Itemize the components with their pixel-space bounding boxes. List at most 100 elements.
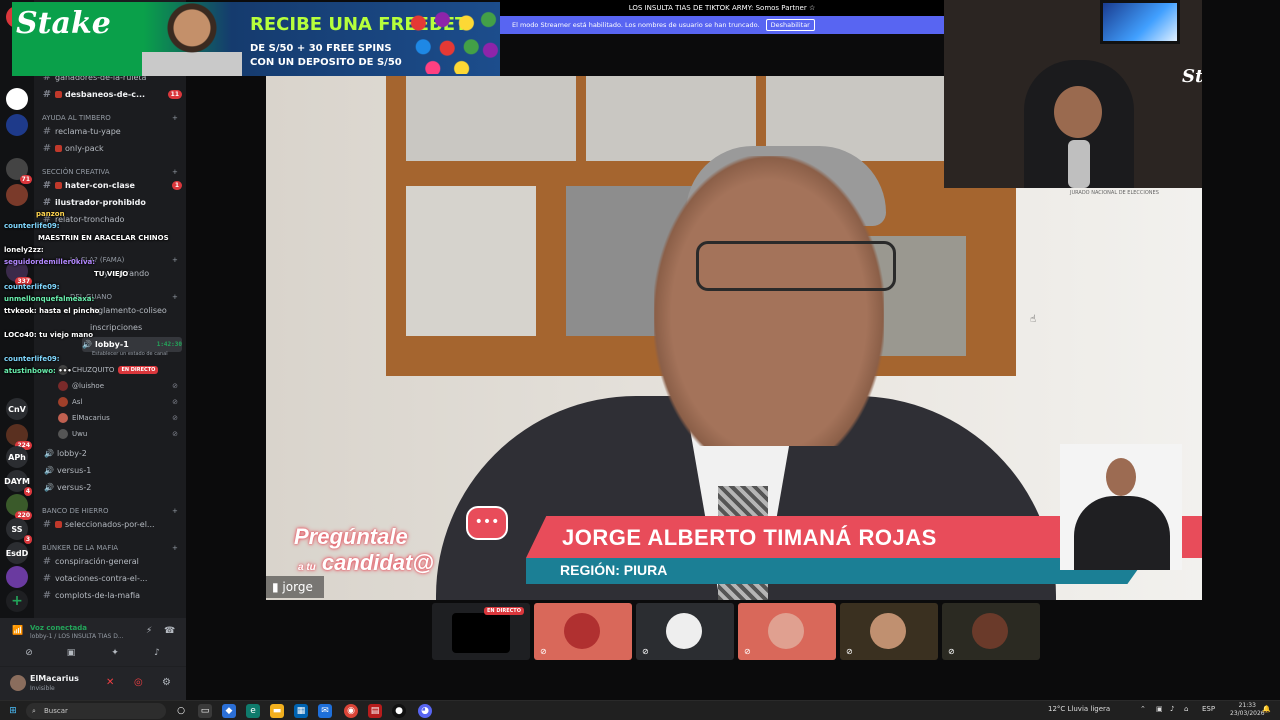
channel-item[interactable]: # only-pack — [42, 141, 182, 156]
tray-app-icon[interactable]: ▣ — [1156, 705, 1163, 713]
server-daym[interactable]: DAYM 4 — [4, 470, 32, 496]
file-explorer-icon[interactable]: ▬ — [270, 704, 284, 718]
server-icon[interactable] — [6, 566, 28, 588]
obs-icon[interactable]: ● — [392, 704, 406, 718]
add-channel-icon[interactable]: + — [172, 114, 178, 122]
mail-icon[interactable]: ✉ — [318, 704, 332, 718]
category-header[interactable]: SECCIÓN CREATIVA + — [42, 168, 178, 176]
server-icon[interactable] — [6, 184, 28, 206]
muted-mic-icon: ⊘ — [172, 413, 178, 422]
mic-muted-icon[interactable]: ✕ — [106, 677, 114, 688]
server-icon[interactable]: 224 — [6, 424, 32, 450]
channel-item[interactable]: # ilustrador-prohibido — [42, 195, 182, 210]
voice-status[interactable]: Voz conectada — [30, 624, 87, 632]
settings-gear-icon[interactable]: ⚙ — [162, 677, 171, 688]
add-channel-icon[interactable]: + — [172, 507, 178, 515]
chat-message: LOCo40: tu viejo mano — [4, 331, 94, 339]
voice-channel[interactable]: 🔊 lobby-2 — [44, 446, 184, 461]
voice-channel-lobby-1[interactable]: 🔊 lobby-1 1:42:30 — [82, 337, 182, 352]
taskbar-search[interactable]: ⌕ Buscar — [26, 703, 166, 719]
task-view-icon[interactable]: ○ — [174, 704, 188, 718]
noise-suppression-icon[interactable]: ⚡ — [146, 626, 152, 636]
emoji-icon — [55, 521, 62, 528]
betway-server-icon[interactable] — [6, 88, 28, 110]
store-icon[interactable]: ▦ — [294, 704, 308, 718]
participant-tile[interactable]: ⊘ — [738, 603, 836, 660]
channel-status-hint[interactable]: Establecer un estado de canal — [92, 351, 168, 357]
voice-channel-path[interactable]: lobby-1 / LOS INSULTA TIAS D... — [30, 633, 124, 640]
network-icon[interactable]: ⌂ — [1184, 705, 1188, 713]
add-channel-icon[interactable]: + — [172, 168, 178, 176]
widgets-icon[interactable]: ▭ — [198, 704, 212, 718]
tray-chevron-icon[interactable]: ⌃ — [1140, 705, 1146, 713]
server-icon[interactable]: 220 — [6, 494, 32, 520]
add-server-icon[interactable]: + — [6, 590, 28, 612]
add-channel-icon[interactable]: + — [172, 256, 178, 264]
voice-user[interactable]: Asl ⊘ — [58, 394, 178, 409]
weather-widget[interactable]: 12°C Lluvia ligera — [1048, 705, 1110, 713]
category-header[interactable]: BÚNKER DE LA MAFIA + — [42, 544, 178, 552]
channel-item[interactable]: # votaciones-contra-el-... — [42, 571, 182, 586]
participant-tile[interactable]: ⊘ — [534, 603, 632, 660]
channel-item[interactable]: # hater-con-clase 1 — [42, 178, 182, 193]
chrome-icon[interactable]: ◉ — [344, 704, 358, 718]
voice-user[interactable]: ElMacarius ⊘ — [58, 410, 178, 425]
avatar[interactable] — [10, 675, 26, 691]
camera-off-icon[interactable]: ⊘ — [20, 646, 38, 660]
voice-channel[interactable]: 🔊 versus-1 — [44, 463, 184, 478]
disconnect-icon[interactable]: ☎ — [164, 626, 175, 636]
screen-share-icon[interactable]: ▣ — [62, 646, 80, 660]
hash-icon: # — [42, 143, 52, 154]
channel-item[interactable]: inscripciones — [90, 320, 182, 335]
stream-title: LOS INSULTA TIAS DE TIKTOK ARMY: Somos P… — [500, 0, 944, 16]
voice-user[interactable]: @luishoe ⊘ — [58, 378, 178, 393]
stake-ad-banner[interactable]: Stake RECIBE UNA FREEBET DE S/50 + 30 FR… — [12, 2, 500, 76]
channel-item[interactable]: # desbaneos-de-c... 11 — [42, 87, 182, 102]
participant-tile[interactable]: ⊘ — [942, 603, 1040, 660]
muted-mic-icon: ⊘ — [540, 647, 547, 656]
username[interactable]: ElMacarius — [30, 674, 79, 683]
language-indicator[interactable]: ESP — [1202, 705, 1215, 713]
channel-item[interactable]: # complots-de-la-mafia — [42, 588, 182, 603]
voice-user[interactable]: CHUZQUITO EN DIRECTO — [58, 362, 178, 377]
voice-user[interactable]: Uwu ⊘ — [58, 426, 178, 441]
voice-user-name: Asl — [72, 397, 83, 406]
add-channel-icon[interactable]: + — [172, 293, 178, 301]
volume-icon[interactable]: ♪ — [1170, 705, 1174, 713]
rail-badge: 3 — [23, 535, 32, 544]
category-label: AYUDA AL TIMBERO — [42, 114, 111, 122]
desktop: 71 337 CnV 224 APh DAYM 4 220 SS 3 EsdD + … — [0, 0, 1280, 720]
windows-start-icon[interactable]: ⊞ — [6, 704, 20, 718]
channel-item[interactable]: # seleccionados-por-el... — [42, 517, 182, 532]
server-aph[interactable]: APh — [6, 446, 28, 468]
channel-item[interactable]: reglamento-coliseo — [90, 303, 182, 318]
hash-icon: # — [42, 197, 52, 208]
participant-tile[interactable]: ⊘ — [840, 603, 938, 660]
edge-icon[interactable]: e — [246, 704, 260, 718]
channel-item[interactable]: # reclama-tu-yape — [42, 124, 182, 139]
category-header[interactable]: BANCO DE HIERRO + — [42, 507, 178, 515]
server-ss[interactable]: SS 3 — [6, 518, 32, 544]
mention-badge: 11 — [167, 90, 182, 99]
server-icon[interactable]: 71 — [6, 158, 32, 184]
app-icon[interactable]: ▤ — [368, 704, 382, 718]
server-cnv[interactable]: CnV — [6, 398, 28, 420]
soundboard-icon[interactable]: ♪ — [148, 646, 166, 660]
voice-connection-panel: 📶 Voz conectada lobby-1 / LOS INSULTA TI… — [0, 618, 186, 666]
channel-item[interactable]: # conspiración-general — [42, 554, 182, 569]
participant-tile[interactable]: EN DIRECTO — [432, 603, 530, 660]
add-channel-icon[interactable]: + — [172, 544, 178, 552]
voice-channel[interactable]: 🔊 versus-2 — [44, 480, 184, 495]
server-esdd[interactable]: EsdD — [6, 542, 28, 564]
deafen-icon[interactable]: ◎ — [134, 677, 143, 688]
notification-icon[interactable]: 🔔 — [1262, 705, 1271, 713]
discord-icon[interactable]: ◕ — [418, 704, 432, 718]
avatar — [58, 396, 68, 407]
server-icon[interactable] — [6, 114, 28, 136]
disable-streamer-mode-button[interactable]: Deshabilitar — [765, 19, 815, 31]
category-header[interactable]: AYUDA AL TIMBERO + — [42, 114, 178, 122]
clock[interactable]: 21:33 23/03/2026 — [1230, 702, 1265, 718]
participant-tile[interactable]: ⊘ — [636, 603, 734, 660]
activities-icon[interactable]: ✦ — [106, 646, 124, 660]
copilot-icon[interactable]: ◆ — [222, 704, 236, 718]
